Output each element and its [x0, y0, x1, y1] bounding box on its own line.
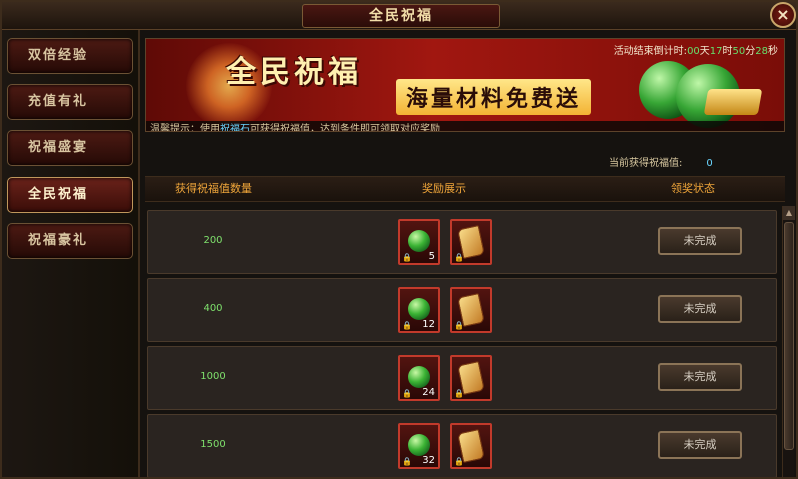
lock-icon: 🔒	[402, 389, 412, 398]
lock-icon: 🔒	[454, 321, 464, 330]
reward-gem-slot[interactable]: 🔒 12	[398, 287, 440, 333]
rewards-scrollbar[interactable]: ▲	[782, 206, 795, 477]
tab-nationwide-blessing[interactable]: 全民祝福	[7, 177, 133, 213]
status-button[interactable]: 未完成	[658, 295, 742, 323]
lock-icon: 🔒	[454, 389, 464, 398]
row-amount: 1500	[200, 439, 226, 450]
countdown-minutes: 50	[732, 46, 746, 57]
tab-recharge-gift[interactable]: 充值有礼	[7, 84, 133, 120]
sidebar: 双倍经验 充值有礼 祝福盛宴 全民祝福 祝福豪礼	[2, 30, 140, 477]
gem-count: 12	[422, 319, 435, 330]
table-row: 400 🔒 12 🔒 未完成	[147, 278, 777, 342]
row-amount: 200	[203, 235, 223, 246]
main-content: 全民祝福 海量材料免费送 活动结束倒计时:00天17时50分28秒 温馨提示：使…	[142, 30, 796, 477]
header-status: 领奖状态	[671, 182, 715, 195]
countdown-hours-unit: 时	[722, 46, 733, 57]
gem-count: 5	[428, 251, 435, 262]
close-button[interactable]: ×	[770, 2, 796, 28]
lock-icon: 🔒	[402, 457, 412, 466]
tip-text: 温馨提示：使用祝福石可获得祝福值，达到条件即可领取对应奖励	[146, 121, 784, 132]
header-amount: 获得祝福值数量	[175, 182, 252, 195]
countdown-minutes-unit: 分	[745, 46, 756, 57]
gem-count: 24	[422, 387, 435, 398]
scroll-up-icon[interactable]: ▲	[783, 206, 795, 220]
table-row: 1000 🔒 24 🔒 未完成	[147, 346, 777, 410]
green-gem-icon	[408, 298, 430, 320]
tip-suffix: 可获得祝福值，达到条件即可领取对应奖励	[250, 124, 440, 132]
table-header: 获得祝福值数量 奖励展示 领奖状态	[145, 176, 785, 202]
banner-headline: 全民祝福	[226, 55, 362, 90]
reward-scroll-slot[interactable]: 🔒	[450, 423, 492, 469]
row-amount: 400	[203, 303, 223, 314]
green-gem-icon	[408, 434, 430, 456]
countdown-hours: 17	[709, 46, 723, 57]
reward-scroll-slot[interactable]: 🔒	[450, 219, 492, 265]
event-banner: 全民祝福 海量材料免费送 活动结束倒计时:00天17时50分28秒 温馨提示：使…	[145, 38, 785, 132]
reward-gem-slot[interactable]: 🔒 24	[398, 355, 440, 401]
countdown-days: 00	[687, 46, 700, 57]
green-gem-icon	[408, 230, 430, 252]
reward-scroll-slot[interactable]: 🔒	[450, 287, 492, 333]
status-button[interactable]: 未完成	[658, 227, 742, 255]
tip-item-link[interactable]: 祝福石	[220, 124, 250, 131]
window-title: 全民祝福	[302, 4, 500, 28]
tab-blessing-feast[interactable]: 祝福盛宴	[7, 130, 133, 166]
current-blessing: 当前获得祝福值: 0	[609, 154, 713, 169]
status-button[interactable]: 未完成	[658, 363, 742, 391]
status-button[interactable]: 未完成	[658, 431, 742, 459]
row-amount: 1000	[200, 371, 226, 382]
countdown-label: 活动结束倒计时:	[613, 46, 688, 57]
lock-icon: 🔒	[454, 457, 464, 466]
banner-subline: 海量材料免费送	[396, 79, 592, 115]
reward-gem-slot[interactable]: 🔒 5	[398, 219, 440, 265]
countdown-days-unit: 天	[699, 46, 710, 57]
lock-icon: 🔒	[402, 253, 412, 262]
countdown-seconds-unit: 秒	[768, 46, 778, 57]
reward-scroll-slot[interactable]: 🔒	[450, 355, 492, 401]
scroll-thumb[interactable]	[784, 222, 794, 450]
header-rewards: 奖励展示	[422, 182, 466, 195]
tip-prefix: 温馨提示：使用	[150, 124, 220, 132]
green-gem-icon	[408, 366, 430, 388]
window-titlebar: 全民祝福 ×	[2, 2, 796, 30]
lock-icon: 🔒	[454, 253, 464, 262]
table-row: 1500 🔒 32 🔒 未完成	[147, 414, 777, 477]
countdown-timer: 活动结束倒计时:00天17时50分28秒	[614, 42, 778, 57]
table-row: 200 🔒 5 🔒 未完成	[147, 210, 777, 274]
tab-double-exp[interactable]: 双倍经验	[7, 38, 133, 74]
current-blessing-value: 0	[706, 158, 713, 169]
tab-blessing-gift[interactable]: 祝福豪礼	[7, 223, 133, 259]
countdown-seconds: 28	[755, 46, 768, 57]
blessing-window: 全民祝福 × 双倍经验 充值有礼 祝福盛宴 全民祝福 祝福豪礼 全民祝福 海量材…	[0, 0, 798, 479]
current-blessing-label: 当前获得祝福值:	[609, 158, 683, 169]
gem-count: 32	[422, 455, 435, 466]
reward-gem-slot[interactable]: 🔒 32	[398, 423, 440, 469]
gold-ingot-icon	[703, 89, 763, 115]
lock-icon: 🔒	[402, 321, 412, 330]
